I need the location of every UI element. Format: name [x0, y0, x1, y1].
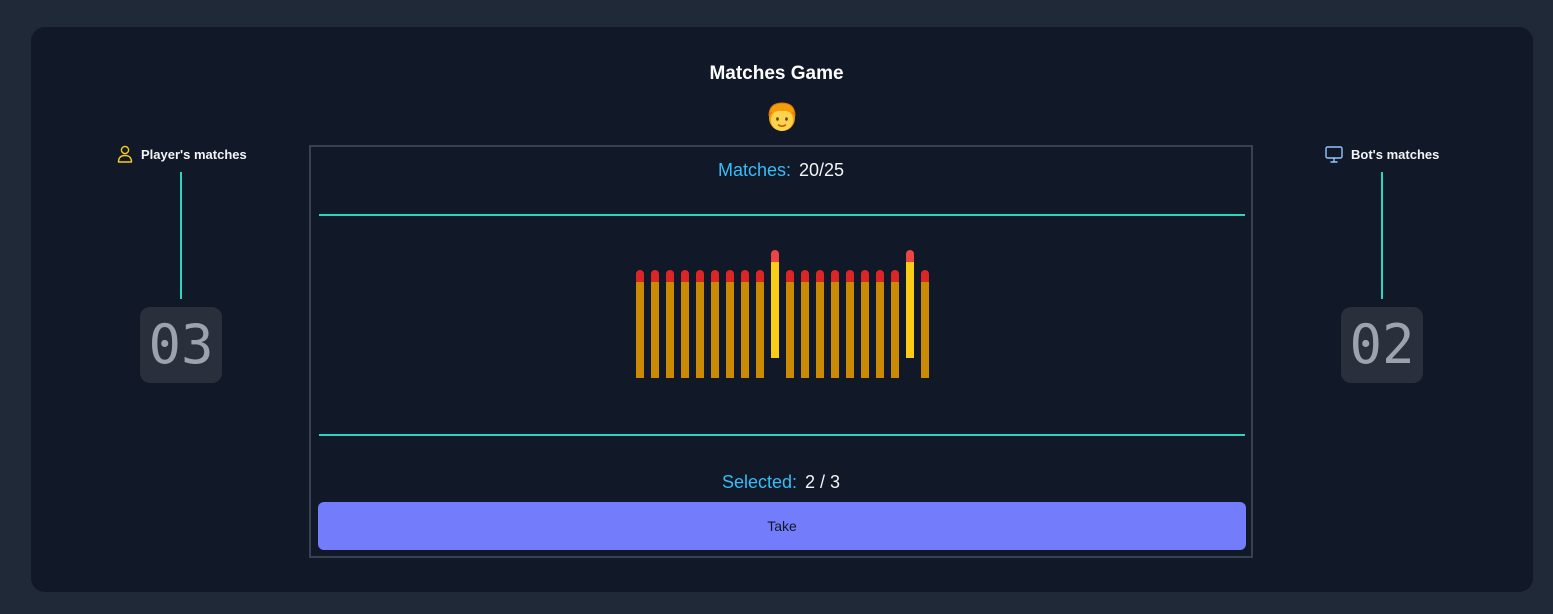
match-stick[interactable] — [846, 270, 854, 378]
match-body — [756, 282, 764, 378]
match-stick[interactable] — [786, 270, 794, 378]
match-head — [636, 270, 644, 282]
match-body — [831, 282, 839, 378]
match-stick[interactable] — [831, 270, 839, 378]
match-head — [771, 250, 779, 262]
match-head — [891, 270, 899, 282]
match-stick[interactable] — [726, 270, 734, 378]
bot-matches-label-group: Bot's matches — [1325, 143, 1439, 165]
match-stick[interactable] — [756, 270, 764, 378]
match-body — [801, 282, 809, 378]
match-stick[interactable] — [651, 270, 659, 378]
match-body — [666, 282, 674, 378]
match-body — [861, 282, 869, 378]
bot-matches-count: 02 — [1341, 307, 1423, 383]
match-body — [651, 282, 659, 378]
match-stick[interactable] — [801, 270, 809, 378]
selected-stat-value: 2 / 3 — [805, 472, 841, 492]
match-body — [681, 282, 689, 378]
selected-stat: Selected: 2 / 3 — [311, 470, 1251, 494]
page-title: Matches Game — [709, 63, 844, 84]
player-face-icon — [768, 102, 796, 131]
match-head — [906, 250, 914, 262]
bottom-divider — [319, 434, 1245, 436]
match-stick[interactable] — [741, 270, 749, 378]
match-head — [861, 270, 869, 282]
player-matches-label: Player's matches — [141, 146, 247, 162]
match-stick[interactable] — [666, 270, 674, 378]
match-stick[interactable] — [681, 270, 689, 378]
match-stick[interactable] — [696, 270, 704, 378]
match-stick[interactable] — [636, 270, 644, 378]
match-stick[interactable] — [921, 270, 929, 378]
match-body — [726, 282, 734, 378]
match-body — [696, 282, 704, 378]
match-body — [906, 262, 914, 358]
match-body — [816, 282, 824, 378]
player-matches-label-group: Player's matches — [117, 143, 247, 165]
match-head — [816, 270, 824, 282]
matches-area — [311, 147, 1251, 556]
match-head — [786, 270, 794, 282]
match-head — [846, 270, 854, 282]
match-body — [921, 282, 929, 378]
match-stick-selected[interactable] — [906, 250, 914, 358]
match-body — [771, 262, 779, 358]
match-head — [681, 270, 689, 282]
match-head — [756, 270, 764, 282]
match-stick[interactable] — [861, 270, 869, 378]
match-body — [786, 282, 794, 378]
match-body — [711, 282, 719, 378]
match-head — [711, 270, 719, 282]
match-body — [891, 282, 899, 378]
match-body — [846, 282, 854, 378]
user-icon — [117, 145, 133, 163]
bot-matches-label: Bot's matches — [1351, 146, 1440, 162]
match-head — [831, 270, 839, 282]
match-stick-selected[interactable] — [771, 250, 779, 358]
match-head — [696, 270, 704, 282]
match-stick[interactable] — [876, 270, 884, 378]
bot-connector-line — [1381, 172, 1383, 299]
selected-stat-label: Selected: — [721, 472, 798, 492]
game-board: Matches: 20/25 Selected: 2 / 3 Take — [309, 145, 1253, 558]
monitor-icon — [1325, 145, 1343, 163]
match-head — [921, 270, 929, 282]
match-head — [726, 270, 734, 282]
match-stick[interactable] — [711, 270, 719, 378]
match-body — [876, 282, 884, 378]
player-matches-count: 03 — [140, 307, 222, 383]
match-head — [876, 270, 884, 282]
player-connector-line — [180, 172, 182, 299]
match-body — [741, 282, 749, 378]
match-body — [636, 282, 644, 378]
match-head — [741, 270, 749, 282]
match-head — [801, 270, 809, 282]
match-stick[interactable] — [816, 270, 824, 378]
take-button[interactable]: Take — [318, 502, 1246, 550]
match-head — [651, 270, 659, 282]
match-head — [666, 270, 674, 282]
match-stick[interactable] — [891, 270, 899, 378]
